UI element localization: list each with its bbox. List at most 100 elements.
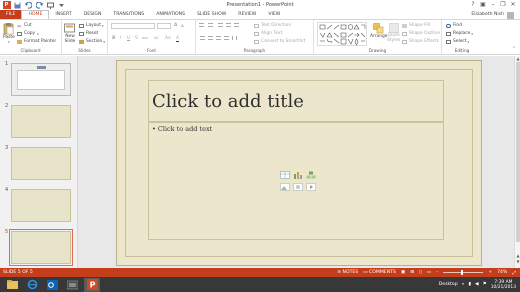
restore-button[interactable]: ❐ xyxy=(498,1,508,9)
internet-explorer-icon[interactable] xyxy=(24,278,40,292)
slide-thumbnail[interactable]: 2 xyxy=(2,102,76,140)
tab-view[interactable]: VIEW xyxy=(262,11,286,19)
scrollbar-thumb[interactable] xyxy=(516,62,520,242)
desktop-toolbar-label[interactable]: Desktop xyxy=(439,282,458,287)
tab-design[interactable]: DESIGN xyxy=(78,11,108,19)
insert-video-icon[interactable] xyxy=(305,181,317,192)
ribbon-display-options-button[interactable]: ▣ xyxy=(478,1,488,9)
bold-button[interactable]: B xyxy=(112,36,115,41)
text-shadow-button[interactable]: abc xyxy=(142,36,148,40)
close-button[interactable]: ✕ xyxy=(508,1,518,9)
align-center-button[interactable] xyxy=(208,36,215,40)
volume-icon[interactable]: ◀ xyxy=(475,282,479,287)
slide-sorter-view-icon[interactable]: ⊞ xyxy=(410,270,414,275)
convert-to-smartart-button[interactable]: Convert to SmartArt xyxy=(254,39,305,44)
slide-canvas[interactable]: Click to add title • Click to add text xyxy=(116,60,482,266)
slide-thumbnail[interactable]: 4 xyxy=(2,186,76,224)
tab-home[interactable]: HOME xyxy=(21,10,50,19)
tab-animations[interactable]: ANIMATIONS xyxy=(150,11,191,19)
select-button[interactable]: Select ▾ xyxy=(446,39,469,44)
find-button[interactable]: Find xyxy=(446,23,462,28)
decrease-indent-button[interactable] xyxy=(218,23,225,27)
undo-icon[interactable] xyxy=(24,1,33,9)
layout-button[interactable]: Layout ▾ xyxy=(79,23,103,28)
reset-button[interactable]: Reset xyxy=(79,31,98,36)
grow-font-button[interactable]: A xyxy=(174,23,177,28)
justify-button[interactable] xyxy=(224,36,231,40)
new-slide-button[interactable]: New Slide xyxy=(64,22,76,44)
tab-transitions[interactable]: TRANSITIONS xyxy=(107,11,150,19)
character-spacing-button[interactable]: AV xyxy=(154,36,159,40)
underline-button[interactable]: U xyxy=(127,36,130,41)
columns-button[interactable] xyxy=(232,36,239,40)
strikethrough-button[interactable]: S xyxy=(135,36,138,41)
file-explorer-icon[interactable] xyxy=(4,278,20,292)
network-icon[interactable]: ▮ xyxy=(468,282,471,287)
section-button[interactable]: Section ▾ xyxy=(79,39,105,44)
shapes-gallery[interactable] xyxy=(317,22,367,46)
paste-button[interactable]: Paste ▾ xyxy=(3,22,15,44)
save-icon[interactable] xyxy=(13,1,22,9)
italic-button[interactable]: I xyxy=(120,36,121,41)
insert-smartart-icon[interactable] xyxy=(305,169,317,180)
start-slideshow-icon[interactable] xyxy=(46,1,55,9)
powerpoint-app-icon[interactable]: P xyxy=(2,1,11,9)
powerpoint-taskbar-icon[interactable]: P xyxy=(84,277,100,292)
normal-view-icon[interactable]: ▣ xyxy=(401,270,405,275)
replace-button[interactable]: Replace ▾ xyxy=(446,31,473,36)
customize-qat-icon[interactable] xyxy=(57,1,66,9)
tray-chevron-icon[interactable]: » xyxy=(462,282,465,287)
numbering-button[interactable] xyxy=(208,23,215,27)
tab-insert[interactable]: INSERT xyxy=(49,11,77,19)
scroll-up-arrow-icon[interactable]: ▲ xyxy=(515,56,520,61)
collapse-ribbon-icon[interactable]: ⌃ xyxy=(512,46,516,52)
cut-button[interactable]: ✂ Cut xyxy=(17,23,32,30)
insert-online-picture-icon[interactable] xyxy=(292,181,304,192)
slide-thumbnail[interactable]: 1 xyxy=(2,60,76,98)
previous-slide-icon[interactable]: ▲ xyxy=(515,253,520,258)
reading-view-icon[interactable]: ▯ xyxy=(419,270,422,275)
tab-review[interactable]: REVIEW xyxy=(232,11,262,19)
slide-thumbnail[interactable]: 3 xyxy=(2,144,76,182)
font-color-button[interactable]: A xyxy=(176,36,180,42)
shrink-font-button[interactable]: A xyxy=(181,24,184,28)
copy-button[interactable]: Copy ▾ xyxy=(17,31,39,36)
zoom-in-icon[interactable]: + xyxy=(488,270,492,275)
shape-effects-button[interactable]: Shape Effects xyxy=(402,39,439,44)
tab-slide-show[interactable]: SLIDE SHOW xyxy=(191,11,232,19)
arrange-button[interactable]: Arrange xyxy=(370,23,388,39)
text-direction-button[interactable]: Text Direction xyxy=(254,23,291,28)
align-right-button[interactable] xyxy=(216,36,223,40)
bullets-button[interactable] xyxy=(199,23,206,27)
insert-table-icon[interactable] xyxy=(279,169,291,180)
next-slide-icon[interactable]: ▼ xyxy=(515,259,520,264)
slide-thumbnail-selected[interactable]: 5 xyxy=(2,228,76,266)
shape-fill-button[interactable]: Shape Fill xyxy=(402,23,430,28)
zoom-slider[interactable] xyxy=(443,270,484,275)
align-text-button[interactable]: Align Text xyxy=(254,31,282,36)
format-painter-button[interactable]: Format Painter xyxy=(17,39,56,44)
zoom-level[interactable]: 74% xyxy=(497,270,507,275)
slide-show-view-icon[interactable]: ▭ xyxy=(427,270,431,275)
fit-slide-icon[interactable]: ⤢ xyxy=(512,270,516,276)
font-name-combobox[interactable] xyxy=(111,23,155,29)
tab-file[interactable]: FILE xyxy=(0,10,22,19)
help-button[interactable]: ? xyxy=(468,1,478,9)
increase-indent-button[interactable] xyxy=(226,23,233,27)
outlook-icon[interactable] xyxy=(44,278,60,292)
quick-styles-button[interactable]: Quick Styles xyxy=(387,23,400,43)
title-placeholder[interactable]: Click to add title xyxy=(148,80,444,122)
font-size-combobox[interactable] xyxy=(157,23,171,29)
insert-picture-icon[interactable] xyxy=(279,181,291,192)
change-case-button[interactable]: Aa xyxy=(165,36,171,41)
minimize-button[interactable]: – xyxy=(488,1,498,9)
media-app-icon[interactable] xyxy=(64,278,80,292)
vertical-scrollbar[interactable]: ▲ ▲ ▼ xyxy=(514,56,520,268)
user-account[interactable]: Elizabeth Nish xyxy=(471,11,520,19)
shape-outline-button[interactable]: Shape Outline xyxy=(402,31,440,36)
insert-chart-icon[interactable] xyxy=(292,169,304,180)
content-placeholder[interactable]: • Click to add text xyxy=(148,122,444,240)
flag-icon[interactable]: ⚑ xyxy=(483,282,487,287)
notes-button[interactable]: ≡ NOTES xyxy=(337,270,358,275)
zoom-out-icon[interactable]: – xyxy=(436,270,438,275)
